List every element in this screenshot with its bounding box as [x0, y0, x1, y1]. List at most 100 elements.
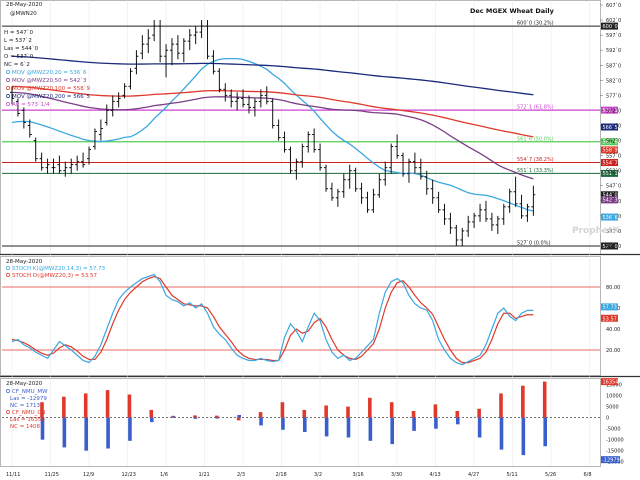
header-series: @MWN20 [10, 11, 37, 17]
cot-legend-label: NC = 1408 [10, 424, 41, 430]
ohlc-sep: = [7, 38, 15, 44]
price-tick-label: 527`0 [606, 244, 621, 250]
cot-bar-negative [412, 417, 416, 431]
cot-bar-positive [389, 402, 394, 418]
cot-bar-positive [346, 406, 350, 418]
price-bar [507, 188, 512, 213]
price-bar [495, 215, 500, 234]
price-bar [365, 191, 370, 213]
cot-bar-negative [346, 417, 351, 438]
cot-bar-negative [368, 417, 373, 441]
x-tick-label: 11/25 [45, 472, 59, 478]
cot-legend-label: Las = 16350 [10, 417, 45, 423]
price-tick-label: 552`0 [606, 169, 621, 175]
ma-legend-label: MOV @MWZ20,200 = 566`5 [12, 94, 91, 100]
header-date: 28-May-2020 [6, 2, 43, 8]
ohlc-label: Las [4, 46, 13, 52]
stoch-legend-label: STOCH D(@MWZ20,3) = 53.57 [12, 273, 97, 279]
cot-pos-tag-text: 16354 [603, 379, 619, 385]
x-tick-label: 6/8 [584, 472, 592, 478]
price-bar [75, 155, 80, 171]
price-bar [128, 68, 133, 90]
price-bar [318, 143, 323, 171]
price-tick-label: 592`0 [606, 48, 621, 54]
price-bar [335, 188, 340, 207]
price-bar [442, 203, 447, 225]
cot-bar-negative [62, 417, 67, 448]
ohlc-label: NC [4, 62, 12, 68]
stoch-k-line [11, 273, 534, 366]
ohlc-item: Las = 544`0 [4, 46, 39, 52]
price-bar [181, 38, 186, 63]
cot-legend-date: 28-May-2020 [6, 381, 43, 387]
ma-legend-label: MOV @MWZ20,100 = 558`9 [12, 86, 91, 92]
price-bar [45, 158, 50, 174]
cot-bar-positive [83, 393, 88, 418]
price-bar [69, 158, 74, 174]
cot-legend-marker [6, 389, 10, 393]
cot-tick-label: -10000 [606, 438, 624, 444]
price-bar [430, 179, 435, 204]
x-tick-label: 4/13 [430, 472, 441, 478]
price-bar [276, 119, 281, 141]
ma-legend-label: MOV @MWZ20,20 = 536`6 [12, 70, 87, 76]
price-bar [140, 35, 145, 60]
stoch-legend-marker [6, 273, 10, 277]
cot-bar-positive [280, 402, 285, 418]
price-bar [175, 35, 180, 60]
cot-bar-negative [106, 417, 110, 449]
x-tick-label: 1/21 [199, 472, 210, 478]
cot-bar-positive [258, 412, 263, 418]
price-bar [353, 167, 358, 192]
price-bar [241, 89, 246, 108]
price-bar [478, 203, 483, 222]
chart-svg: 11/11 11/25 12/9 12/23 1/6 1/21 2/3 2/18 3/2 3/16… [0, 0, 640, 478]
cot-tick-label: 10000 [606, 394, 622, 400]
cot-bar-positive [433, 404, 438, 418]
price-bar [270, 98, 275, 129]
x-tick-label: 5/26 [545, 472, 556, 478]
price-bar [424, 170, 429, 195]
price-tick-label: 547`0 [606, 184, 621, 190]
price-bar [341, 173, 346, 198]
ma-legend-marker [6, 86, 10, 90]
ohlc-item: O = 537`0 [4, 54, 34, 60]
price-bar [146, 29, 151, 54]
price-bar [448, 212, 453, 234]
x-tick-label: 1/6 [160, 472, 168, 478]
price-bar [87, 146, 92, 165]
cot-bar-positive [105, 390, 110, 418]
price-bar [104, 104, 109, 126]
cot-bar-positive [215, 415, 219, 418]
price-bar [98, 119, 103, 141]
cot-bar-negative [543, 417, 548, 447]
retracement-label: 527`0 (0.0%) [517, 240, 550, 246]
retracement-label: 554`7 (38.2%) [517, 157, 554, 163]
ohlc-item: NC = 6`2 [4, 62, 30, 68]
cot-bar-negative [149, 417, 154, 423]
price-bar [312, 128, 317, 153]
stochastic-legend: STOCH K(@MWZ20,14,3) = 57.73STOCH D(@MWZ… [6, 266, 106, 279]
cot-bar-positive [411, 411, 416, 418]
x-tick-label: 2/18 [276, 472, 287, 478]
cot-bar-positive [455, 411, 460, 418]
price-bar [288, 146, 293, 174]
price-bar [454, 224, 459, 246]
stochastic-lines: 80.0060.0040.0020.0057.7353.57 [2, 273, 620, 366]
stoch-tick-label: 80.00 [606, 285, 620, 291]
ma-legend-label: Alt = 573`1/4 [12, 102, 50, 108]
cot-bar-positive [324, 405, 328, 418]
cot-bar-positive [149, 409, 154, 418]
ohlc-readout: H = 547`0 L = 537`2 Las = 544`0 O = 537`0 NC… [4, 30, 39, 68]
price-tag-text: 558`9 [603, 148, 618, 154]
cot-bar-positive [302, 409, 307, 418]
price-bar [483, 200, 488, 222]
price-bar [389, 143, 394, 174]
price-bar [294, 158, 299, 180]
cot-bar-negative [84, 417, 89, 451]
ma-legend-marker [6, 78, 10, 82]
x-tick-label: 11/11 [6, 472, 20, 478]
cot-bar-positive [477, 408, 481, 418]
price-bar [371, 188, 376, 213]
retracement-tag-text: 554`7 [603, 160, 618, 166]
